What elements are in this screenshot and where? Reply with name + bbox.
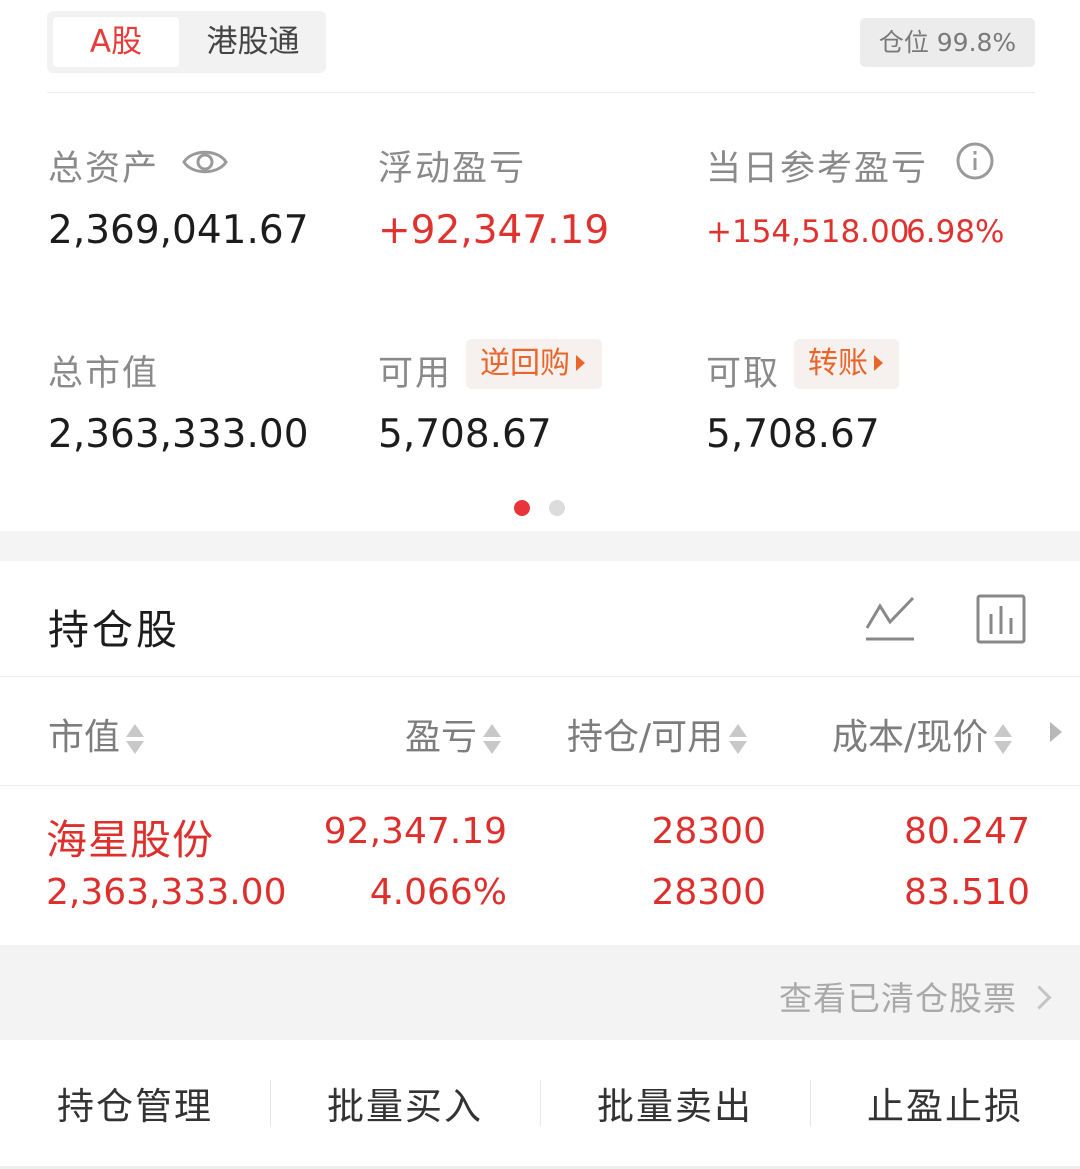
column-header-position[interactable]: 持仓/可用	[567, 708, 749, 760]
stock-available: 28300	[651, 872, 766, 913]
reverse-repo-button[interactable]: 逆回购	[466, 339, 602, 389]
market-value-label: 总市值	[48, 354, 160, 394]
column-header-pl[interactable]: 盈亏	[405, 708, 503, 760]
tab-hk-connect[interactable]: 港股通	[185, 17, 321, 67]
caret-right-icon	[874, 355, 883, 371]
stock-position: 28300	[651, 811, 766, 852]
column-header-cost-price[interactable]: 成本/现价	[832, 708, 1014, 760]
pager-dot[interactable]	[549, 500, 565, 516]
line-chart-icon[interactable]	[864, 594, 916, 646]
market-tabs: A股 港股通	[47, 11, 326, 73]
caret-right-icon	[576, 355, 585, 371]
batch-buy-button[interactable]: 批量买入	[270, 1076, 540, 1130]
eye-icon[interactable]	[182, 146, 228, 182]
available-label: 可用	[378, 354, 453, 394]
daily-pl-percent: 6.98%	[906, 214, 1005, 250]
stock-pl: 92,347.19	[323, 811, 507, 852]
stock-pl-percent: 4.066%	[369, 872, 507, 913]
position-management-button[interactable]: 持仓管理	[0, 1076, 270, 1130]
cleared-stocks-link[interactable]: 查看已清仓股票	[779, 972, 1052, 1020]
total-assets-label: 总资产	[48, 149, 160, 189]
holdings-title: 持仓股	[48, 606, 180, 654]
sort-icon	[124, 721, 146, 757]
cleared-stocks-label: 查看已清仓股票	[779, 979, 1017, 1018]
position-ratio-badge: 仓位 99.8%	[860, 18, 1035, 67]
batch-sell-button[interactable]: 批量卖出	[540, 1076, 810, 1130]
floating-pl-label: 浮动盈亏	[378, 149, 527, 189]
divider	[0, 676, 1080, 677]
stock-name: 海星股份	[46, 816, 214, 864]
column-header-label: 成本/现价	[832, 717, 989, 758]
withdrawable-label: 可取	[706, 354, 781, 394]
column-header-label: 持仓/可用	[567, 717, 724, 758]
stock-market-value: 2,363,333.00	[46, 872, 287, 913]
transfer-button[interactable]: 转账	[794, 339, 899, 389]
column-header-market-value[interactable]: 市值	[48, 708, 146, 760]
bar-chart-icon[interactable]	[976, 594, 1026, 648]
column-header-label: 盈亏	[405, 717, 478, 758]
available-value: 5,708.67	[378, 412, 552, 457]
transfer-label: 转账	[808, 346, 868, 381]
withdrawable-value: 5,708.67	[706, 412, 880, 457]
daily-pl-value: +154,518.00	[706, 214, 910, 250]
info-icon[interactable]	[955, 141, 995, 185]
pager-dot-active[interactable]	[514, 500, 530, 516]
section-gap	[0, 531, 1080, 561]
chevron-right-icon	[1027, 985, 1052, 1010]
reverse-repo-label: 逆回购	[480, 346, 570, 381]
floating-pl-value: +92,347.19	[378, 208, 610, 253]
sort-icon	[992, 721, 1014, 757]
column-header-label: 市值	[48, 717, 121, 758]
stock-cost: 80.247	[904, 811, 1030, 852]
market-value-value: 2,363,333.00	[48, 412, 309, 457]
scroll-columns-right-icon[interactable]	[1050, 722, 1062, 742]
tab-a-shares[interactable]: A股	[53, 17, 179, 67]
bottom-action-bar: 持仓管理 批量买入 批量卖出 止盈止损	[0, 1040, 1080, 1169]
divider	[47, 92, 1035, 93]
sort-icon	[727, 721, 749, 757]
stock-price: 83.510	[904, 872, 1030, 913]
stop-profit-loss-button[interactable]: 止盈止损	[810, 1076, 1080, 1130]
table-row[interactable]: 海星股份 2,363,333.00 92,347.19 4.066% 28300…	[0, 786, 1080, 945]
sort-icon	[481, 721, 503, 757]
total-assets-value: 2,369,041.67	[48, 208, 309, 253]
daily-pl-label: 当日参考盈亏	[706, 149, 929, 189]
